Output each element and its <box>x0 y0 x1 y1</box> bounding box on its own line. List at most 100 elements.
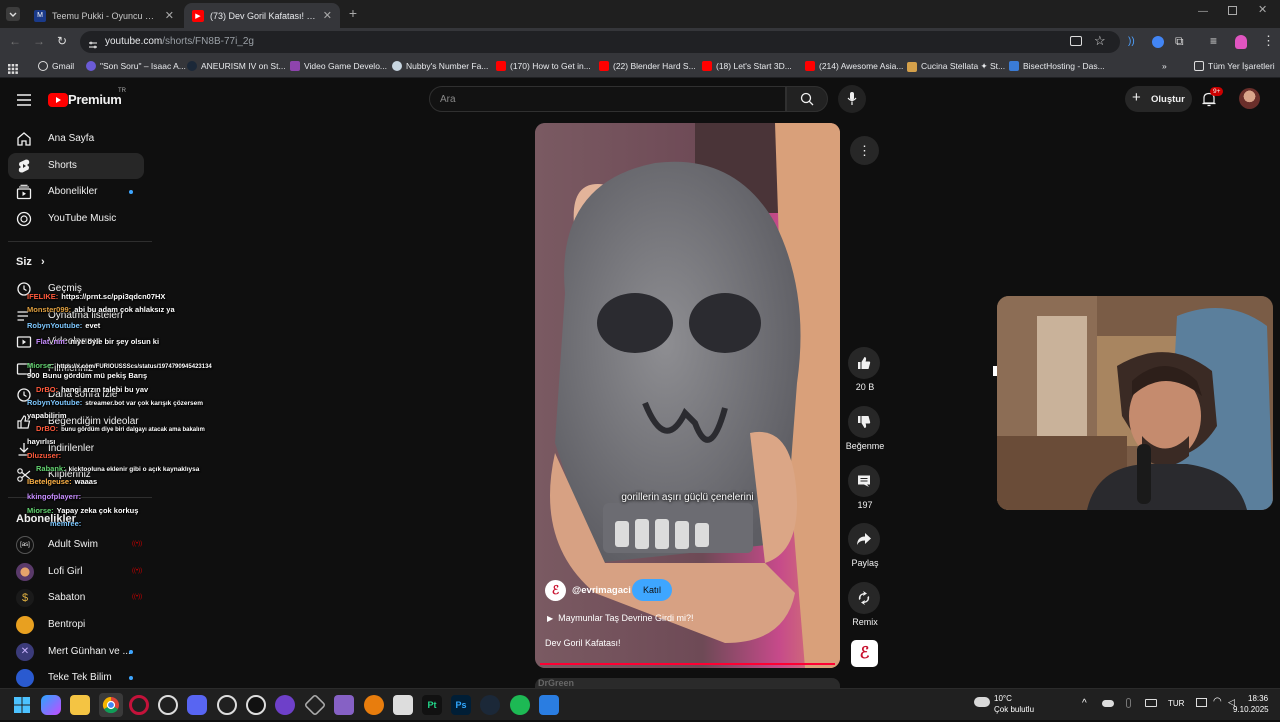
window-close-icon[interactable]: ✕ <box>1258 3 1267 16</box>
remix-button[interactable] <box>848 582 880 614</box>
opera-icon[interactable] <box>129 695 149 715</box>
reload-icon[interactable]: ↻ <box>57 34 67 48</box>
avatar[interactable] <box>1239 88 1260 109</box>
tab-search-icon[interactable] <box>6 7 20 21</box>
bookmark-item[interactable]: "Son Soru" – Isaac A... <box>86 61 186 71</box>
chrome-menu-icon[interactable]: ⋮ <box>1262 33 1275 49</box>
clock-time[interactable]: 18:36 <box>1248 694 1268 703</box>
apps-grid-icon[interactable] <box>8 61 18 74</box>
bookmark-item[interactable]: (22) Blender Hard S... <box>599 61 696 71</box>
bookmark-item[interactable]: (170) How to Get in... <box>496 61 591 71</box>
bookmark-label: ANEURISM IV on St... <box>201 61 286 71</box>
bookmark-item[interactable]: Gmail <box>38 61 74 71</box>
media-control-icon[interactable]: ≡ <box>1210 34 1217 48</box>
search-input[interactable]: Ara <box>440 94 456 105</box>
site-info-icon[interactable] <box>88 37 98 49</box>
share-button[interactable] <box>848 523 880 555</box>
app-icon[interactable] <box>217 695 237 715</box>
new-tab-icon[interactable]: + <box>345 5 361 21</box>
bookmark-item[interactable]: (18) Let's Start 3D... <box>702 61 792 71</box>
keyboard-icon[interactable] <box>1145 699 1157 707</box>
blender-icon[interactable] <box>364 695 384 715</box>
sidebar-channel[interactable]: Lofi Girl ((•)) <box>8 559 144 585</box>
create-button[interactable]: + Oluştur <box>1125 86 1192 112</box>
steam-icon[interactable] <box>480 695 500 715</box>
playlist-link[interactable]: ▶ Maymunlar Taş Devrine Girdi mi?! <box>547 613 694 623</box>
chat-message: Monster099: abi bu adam çok ahlaksız ya <box>27 305 175 314</box>
wifi-icon[interactable]: ◠ <box>1213 696 1222 707</box>
onedrive-icon[interactable] <box>1102 700 1114 707</box>
more-options-button[interactable]: ⋮ <box>850 136 879 165</box>
join-button[interactable]: Katıl <box>632 579 672 601</box>
progress-track[interactable] <box>540 663 835 665</box>
bookmark-star-icon[interactable]: ☆ <box>1094 33 1106 49</box>
forward-icon[interactable]: → <box>33 34 45 48</box>
channel-avatar[interactable]: ℰ <box>545 580 566 601</box>
tab-close-icon[interactable]: ✕ <box>165 9 174 22</box>
clock-date[interactable]: 9.10.2025 <box>1233 705 1269 714</box>
sidebar-channel[interactable]: ✕ Mert Günhan ve ... <box>8 639 144 665</box>
sidebar-item-shorts[interactable]: Shorts <box>8 153 144 179</box>
weather-widget[interactable]: 10°C Çok bulutlu <box>972 693 1042 717</box>
start-icon[interactable] <box>12 695 32 715</box>
mic-icon[interactable] <box>1126 698 1131 708</box>
language-indicator[interactable]: TUR <box>1168 699 1184 708</box>
photoshop-icon[interactable]: Ps <box>451 695 471 715</box>
browser-tab[interactable]: M Teemu Pukki - Oyuncu profili 2 ✕ <box>26 3 182 28</box>
tray-overflow-icon[interactable]: ^ <box>1082 698 1087 709</box>
file-explorer-icon[interactable] <box>70 695 90 715</box>
notifications-button[interactable]: 9+ <box>1202 87 1224 108</box>
all-bookmarks[interactable]: Tüm Yer İşaretleri <box>1194 61 1275 71</box>
sidebar-item-home[interactable]: Ana Sayfa <box>8 126 144 152</box>
search-bar[interactable]: Ara <box>429 86 786 112</box>
app-icon[interactable] <box>539 695 559 715</box>
sidebar-item-subscriptions[interactable]: Abonelikler <box>8 179 144 205</box>
sound-thumbnail[interactable]: ℰ <box>851 640 878 667</box>
minimize-icon[interactable]: — <box>1198 6 1208 17</box>
github-icon[interactable] <box>275 695 295 715</box>
pycharm-icon[interactable]: Pt <box>422 695 442 715</box>
comments-button[interactable] <box>848 465 880 497</box>
bookmark-item[interactable]: Video Game Develo... <box>290 61 387 71</box>
bookmark-item[interactable]: Nubby's Number Fa... <box>392 61 488 71</box>
extension-icon[interactable] <box>1152 36 1164 48</box>
search-button[interactable] <box>786 86 828 112</box>
spotify-icon[interactable] <box>510 695 530 715</box>
bookmark-item[interactable]: ANEURISM IV on St... <box>187 61 286 71</box>
sidebar-section-you[interactable]: Siz › <box>16 256 45 268</box>
chrome-icon[interactable] <box>99 693 123 717</box>
browser-tab-active[interactable]: ▶ (73) Dev Goril Kafatası! - YouTu ✕ <box>184 3 340 28</box>
dislike-button[interactable] <box>848 406 880 438</box>
chat-message: Rabank: kicktooluna eklenir gibi o açık k… <box>36 464 199 473</box>
install-icon[interactable] <box>1070 36 1082 46</box>
unreal-icon[interactable] <box>246 695 266 715</box>
bookmark-item[interactable]: BisectHosting - Das... <box>1009 61 1105 71</box>
extensions-puzzle-icon[interactable]: ⧉ <box>1175 34 1184 49</box>
bookmark-item[interactable]: (214) Awesome Asia... <box>805 61 903 71</box>
bookmarks-overflow-icon[interactable]: » <box>1162 61 1167 71</box>
next-short-preview[interactable]: DrGreen <box>535 678 840 688</box>
sidebar-channel[interactable]: $ Sabaton ((•)) <box>8 585 144 611</box>
hamburger-menu-icon[interactable] <box>17 93 31 106</box>
tab-close-icon[interactable]: ✕ <box>323 9 332 22</box>
short-video-player[interactable]: gorillerin aşırı güçlü çenelerini ℰ @evr… <box>535 123 840 668</box>
address-bar[interactable]: youtube.com/shorts/FN8B-77i_2g ☆ <box>80 31 1120 53</box>
maximize-icon[interactable] <box>1228 6 1237 15</box>
app-icon[interactable] <box>303 693 327 717</box>
copilot-icon[interactable] <box>41 695 61 715</box>
app-icon[interactable] <box>393 695 413 715</box>
bookmark-item[interactable]: Cucina Stellata ✦ St... <box>907 61 1005 72</box>
monitor-icon[interactable] <box>1196 698 1207 707</box>
sidebar-item-youtube-music[interactable]: YouTube Music <box>8 206 144 232</box>
visual-studio-icon[interactable] <box>334 695 354 715</box>
voice-search-button[interactable] <box>838 85 866 113</box>
app-icon[interactable] <box>158 695 178 715</box>
extension-icon[interactable]: )) <box>1128 36 1140 48</box>
sidebar-channel[interactable]: [as] Adult Swim ((•)) <box>8 532 144 558</box>
channel-handle[interactable]: @evrimagaci <box>572 585 631 596</box>
back-icon[interactable]: ← <box>9 34 21 48</box>
sidebar-channel[interactable]: Bentropi <box>8 612 144 638</box>
profile-icon[interactable] <box>1235 35 1247 49</box>
discord-icon[interactable] <box>187 695 207 715</box>
like-button[interactable] <box>848 347 880 379</box>
